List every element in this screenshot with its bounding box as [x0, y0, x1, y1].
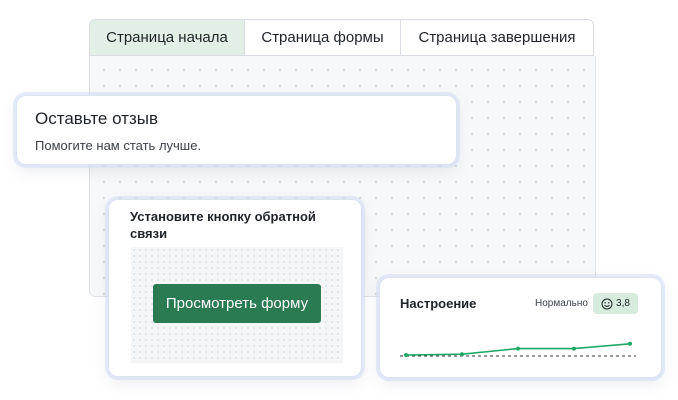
chart-point	[628, 341, 632, 346]
mood-line-chart	[400, 341, 636, 357]
mood-card: Настроение Нормально 3,8	[379, 277, 662, 378]
view-form-button[interactable]: Просмотреть форму	[153, 284, 321, 323]
smiley-face-icon	[601, 298, 613, 309]
chart-point	[404, 353, 408, 357]
tab-form-page[interactable]: Страница формы	[245, 20, 401, 55]
chart-point	[516, 346, 520, 351]
button-preview-area: Просмотреть форму	[131, 247, 343, 363]
chart-point	[572, 346, 576, 351]
mood-title: Настроение	[400, 296, 477, 311]
feedback-subtitle: Помогите нам стать лучше.	[35, 138, 202, 153]
mood-score: 3,8	[616, 298, 630, 309]
install-button-card: Установите кнопку обратной связи Просмот…	[108, 199, 362, 377]
install-card-title: Установите кнопку обратной связи	[130, 209, 316, 241]
page-tabs: Страница начала Страница формы Страница …	[89, 19, 594, 56]
tab-completion-page[interactable]: Страница завершения	[401, 20, 593, 55]
chart-point	[460, 352, 464, 357]
tab-start-page[interactable]: Страница начала	[90, 20, 245, 55]
mood-score-badge: 3,8	[593, 293, 638, 314]
feedback-card: Оставьте отзыв Помогите нам стать лучше.	[16, 95, 457, 165]
mood-status: Нормально	[535, 298, 588, 309]
feedback-title: Оставьте отзыв	[35, 109, 159, 128]
